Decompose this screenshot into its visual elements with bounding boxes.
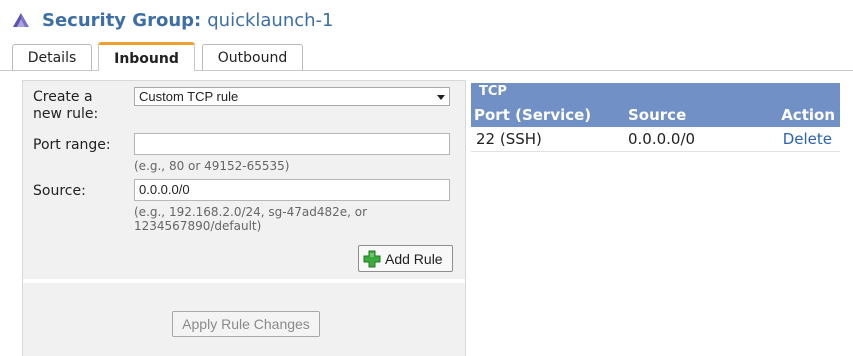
security-group-page: Security Group: quicklaunch-1 Details In… — [0, 0, 853, 356]
rule-type-select[interactable]: Custom TCP rule — [134, 87, 450, 106]
tab-inbound[interactable]: Inbound — [98, 42, 195, 71]
source-label: Source: — [33, 183, 86, 199]
rule-port-cell: 22 (SSH) — [476, 130, 542, 148]
source-hint: (e.g., 192.168.2.0/24, sg-47ad482e, or 1… — [134, 205, 368, 233]
page-title-label: Security Group: — [42, 9, 202, 31]
tab-details[interactable]: Details — [12, 44, 92, 70]
port-range-input[interactable] — [134, 133, 450, 155]
apply-rule-changes-button[interactable]: Apply Rule Changes — [172, 311, 320, 337]
delete-rule-link[interactable]: Delete — [783, 130, 832, 148]
protocol-label: TCP — [479, 84, 507, 99]
column-header-action: Action — [781, 106, 835, 124]
rule-source-cell: 0.0.0.0/0 — [628, 130, 696, 148]
new-rule-panel: Create a new rule: Custom TCP rule Port … — [22, 80, 466, 356]
add-rule-button[interactable]: Add Rule — [358, 245, 453, 272]
tab-bar: Details Inbound Outbound — [0, 42, 853, 71]
security-group-icon — [10, 9, 32, 31]
rules-table-header: TCP Port (Service) Source Action — [471, 83, 840, 127]
source-input[interactable]: 0.0.0.0/0 — [134, 179, 450, 201]
column-header-port: Port (Service) — [474, 106, 592, 124]
column-header-source: Source — [628, 106, 687, 124]
page-title-value: quicklaunch-1 — [207, 9, 334, 31]
page-header: Security Group: quicklaunch-1 — [10, 6, 334, 34]
inbound-rules-table: TCP Port (Service) Source Action 22 (SSH… — [471, 83, 840, 152]
port-range-label: Port range: — [33, 137, 111, 153]
tab-outbound[interactable]: Outbound — [202, 44, 303, 70]
table-row: 22 (SSH) 0.0.0.0/0 Delete — [471, 127, 840, 152]
plus-icon — [363, 250, 381, 267]
create-rule-label: Create a new rule: — [33, 89, 99, 122]
dropdown-arrow-icon — [437, 95, 445, 100]
panel-divider — [23, 279, 465, 283]
port-range-hint: (e.g., 80 or 49152-65535) — [134, 159, 290, 173]
rule-type-selected-value: Custom TCP rule — [139, 89, 239, 104]
add-rule-label: Add Rule — [385, 250, 443, 267]
